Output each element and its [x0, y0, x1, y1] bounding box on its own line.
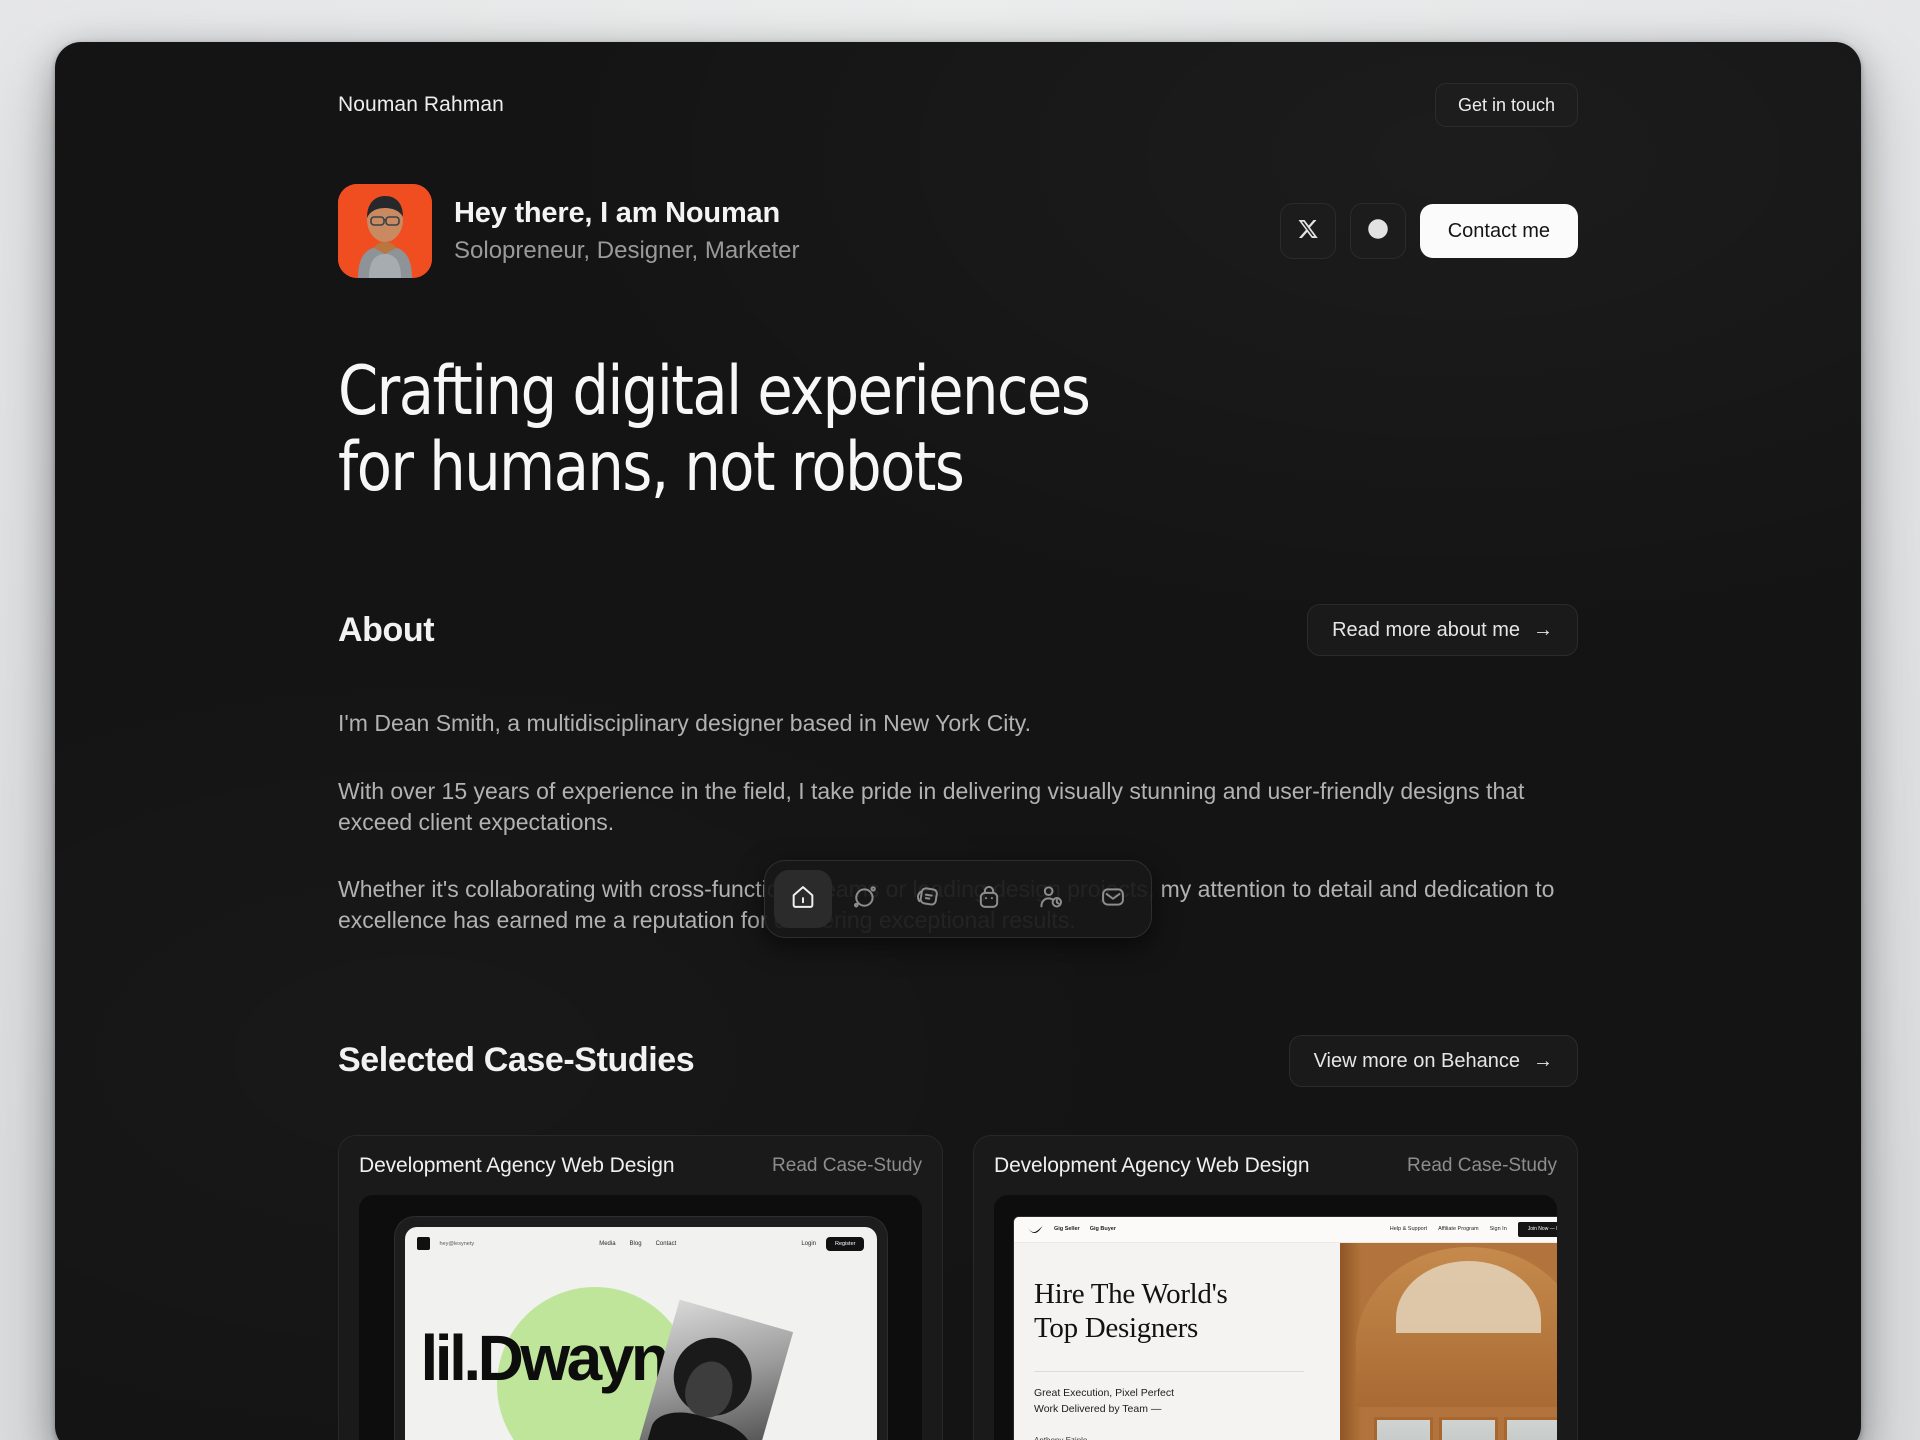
app-panel: Nouman Rahman Get in touch Hey there, I …	[55, 42, 1861, 1440]
mock-copy-column: Hire The World's Top Designers Great Exe…	[1014, 1243, 1340, 1440]
tablet-mockup: hey@lesynety Media Blog Contact Login Re…	[394, 1216, 887, 1440]
dock-item-availability[interactable]	[1022, 870, 1080, 928]
case-study-card[interactable]: Development Agency Web Design Read Case-…	[973, 1134, 1578, 1440]
mock-nav-links: Media Blog Contact	[599, 1241, 676, 1247]
top-bar: Nouman Rahman Get in touch	[338, 83, 1578, 127]
browser-mockup: Gig Seller Gig Buyer Help & Support Affi…	[1014, 1216, 1557, 1440]
profile-actions: Contact me	[1279, 203, 1578, 259]
card-header: Development Agency Web Design Read Case-…	[359, 1154, 922, 1195]
dock-item-case-studies[interactable]	[898, 870, 956, 928]
mock-hero-stage: lil.Dwayne* Concert	[405, 1261, 877, 1440]
card-preview: hey@lesynety Media Blog Contact Login Re…	[359, 1194, 922, 1440]
mock-brand-icon	[1027, 1225, 1043, 1234]
floating-dock	[764, 860, 1152, 938]
mock-nav-item: Blog	[629, 1240, 642, 1247]
mock-nav-email: hey@lesynety	[439, 1240, 475, 1247]
mail-icon	[1099, 883, 1127, 916]
mock-nav-actions: Login Register	[801, 1236, 865, 1251]
view-more-on-behance-button[interactable]: View more on Behance →	[1288, 1034, 1578, 1087]
mock-register-button: Register	[826, 1236, 865, 1251]
card-header: Development Agency Web Design Read Case-…	[994, 1154, 1557, 1195]
mock-nav-right: Help & Support Affiliate Program Sign In…	[1389, 1221, 1557, 1237]
page-title: Crafting digital experiences for humans,…	[338, 352, 1091, 508]
mock-nav-left: Gig Seller Gig Buyer	[1054, 1226, 1116, 1232]
mock-photo-column	[1340, 1242, 1557, 1440]
mock-headline: Hire The World's Top Designers	[1034, 1277, 1228, 1344]
about-paragraph-2: With over 15 years of experience in the …	[338, 777, 1525, 835]
mock-nav-item: Contact	[655, 1240, 677, 1247]
mock-login-link: Login	[801, 1240, 816, 1247]
arrow-right-icon: →	[1533, 619, 1553, 642]
about-paragraph-1: I'm Dean Smith, a multidisciplinary desi…	[338, 710, 1031, 737]
read-case-study-link[interactable]: Read Case-Study	[1407, 1155, 1557, 1177]
x-icon	[1296, 217, 1320, 246]
case-study-card[interactable]: Development Agency Web Design Read Case-…	[338, 1134, 943, 1440]
read-case-study-link[interactable]: Read Case-Study	[772, 1155, 922, 1177]
mock-nav-item: Sign In	[1489, 1226, 1507, 1233]
mock-navbar: hey@lesynety Media Blog Contact Login Re…	[405, 1227, 877, 1261]
brand-name: Nouman Rahman	[338, 93, 504, 116]
mock-divider	[1034, 1371, 1304, 1373]
read-more-about-me-button[interactable]: Read more about me →	[1307, 604, 1578, 657]
window-pane	[1439, 1416, 1499, 1440]
tablet-screen: hey@lesynety Media Blog Contact Login Re…	[404, 1226, 877, 1440]
card-title: Development Agency Web Design	[994, 1153, 1310, 1177]
profile-text: Hey there, I am Nouman Solopreneur, Desi…	[454, 196, 800, 266]
mock-nav-item: Media	[599, 1240, 616, 1247]
profile-row: Hey there, I am Nouman Solopreneur, Desi…	[338, 184, 1578, 278]
mock-navbar: Gig Seller Gig Buyer Help & Support Affi…	[1014, 1216, 1557, 1243]
card-preview: Gig Seller Gig Buyer Help & Support Affi…	[994, 1194, 1557, 1440]
mock-join-button: Join Now — It's Free	[1517, 1221, 1557, 1237]
profile-identity: Hey there, I am Nouman Solopreneur, Desi…	[338, 184, 800, 278]
dribbble-icon	[1366, 217, 1390, 246]
about-heading: About	[338, 610, 435, 649]
avatar	[338, 184, 432, 278]
window-pane	[1373, 1416, 1434, 1440]
person-clock-icon	[1037, 883, 1065, 916]
arrow-right-icon: →	[1533, 1049, 1553, 1072]
mock-nav-item: Affiliate Program	[1438, 1226, 1479, 1233]
page-content: Nouman Rahman Get in touch Hey there, I …	[338, 42, 1578, 1440]
mock-nav-item: Help & Support	[1389, 1226, 1428, 1233]
about-section-header: About Read more about me →	[338, 604, 1578, 657]
mock-nav-item: Gig Seller	[1054, 1226, 1080, 1233]
card-title: Development Agency Web Design	[359, 1153, 675, 1177]
get-in-touch-button[interactable]: Get in touch	[1434, 83, 1578, 127]
dribbble-social-link[interactable]	[1349, 203, 1406, 259]
bag-icon	[975, 883, 1003, 916]
dock-item-contact[interactable]	[1084, 870, 1142, 928]
cards-stack-icon	[913, 883, 941, 916]
mock-nav-item: Gig Buyer	[1089, 1226, 1116, 1233]
case-study-grid: Development Agency Web Design Read Case-…	[338, 1134, 1578, 1440]
window-pane	[1504, 1416, 1557, 1440]
x-social-link[interactable]	[1279, 203, 1336, 259]
dock-item-home[interactable]	[774, 870, 832, 928]
read-more-label: Read more about me	[1332, 619, 1520, 642]
profile-greeting: Hey there, I am Nouman	[454, 196, 780, 229]
sparkle-icon	[851, 883, 879, 916]
mock-subtitle: Great Execution, Pixel Perfect Work Deli…	[1034, 1387, 1175, 1415]
case-studies-section-header: Selected Case-Studies View more on Behan…	[338, 1034, 1578, 1087]
profile-role: Solopreneur, Designer, Marketer	[454, 237, 800, 265]
window-row	[1373, 1416, 1557, 1440]
dock-item-highlights[interactable]	[836, 870, 894, 928]
case-studies-heading: Selected Case-Studies	[338, 1041, 695, 1080]
mock-body: Hire The World's Top Designers Great Exe…	[1014, 1242, 1557, 1440]
contact-me-button[interactable]: Contact me	[1419, 204, 1578, 258]
view-more-label: View more on Behance	[1313, 1049, 1520, 1072]
mock-author: Anthony Ezinlo	[1034, 1436, 1340, 1440]
arch-shape	[1355, 1246, 1557, 1407]
mock-logo-icon	[416, 1237, 430, 1251]
home-icon	[789, 883, 817, 916]
arch-highlight	[1396, 1260, 1541, 1333]
dock-item-work[interactable]	[960, 870, 1018, 928]
